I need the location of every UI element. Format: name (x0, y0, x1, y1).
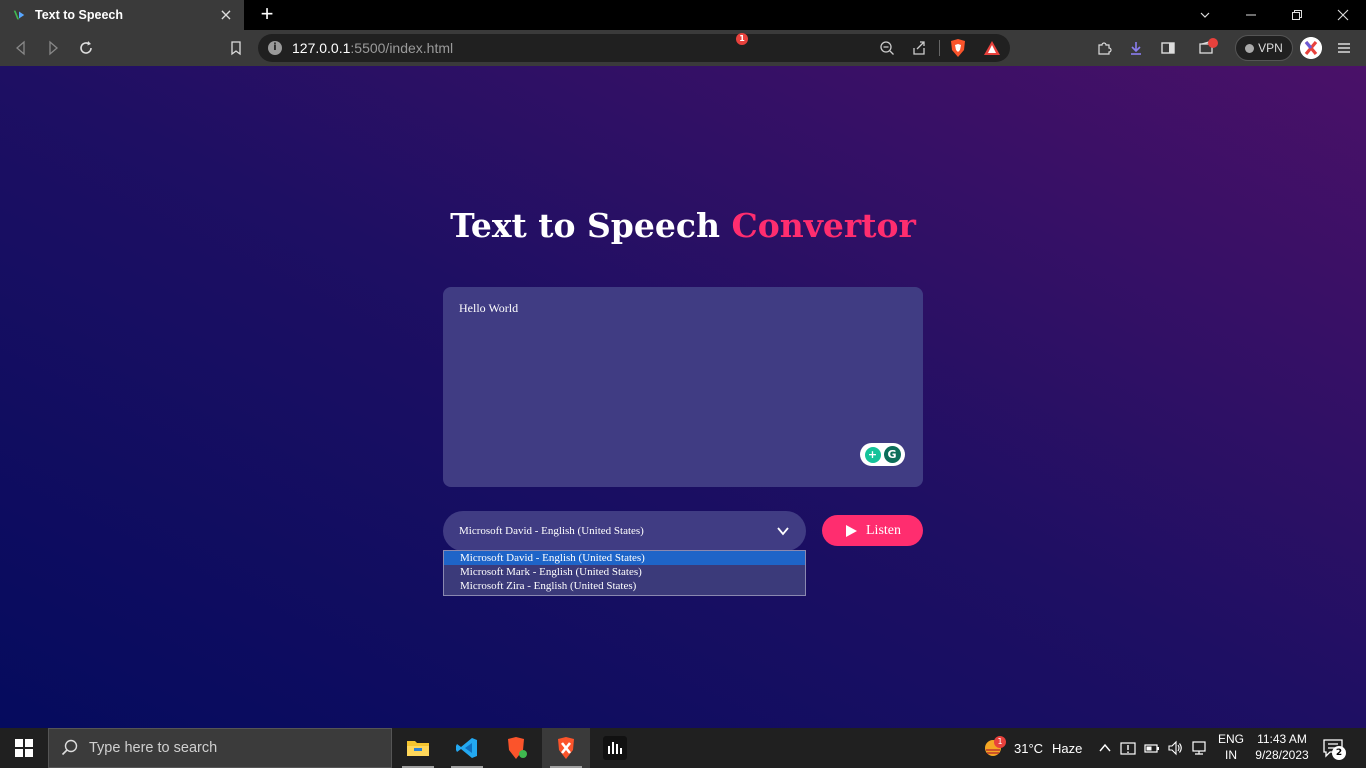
menu-button[interactable] (1335, 39, 1353, 57)
voice-dropdown-list: Microsoft David - English (United States… (443, 550, 806, 596)
page-title: Text to Speech Convertor (0, 206, 1366, 245)
brave-browser-icon (508, 737, 527, 759)
share-icon (913, 41, 925, 55)
tab-search-button[interactable] (1182, 0, 1228, 30)
vscode-icon (456, 738, 477, 758)
text-input-area[interactable]: Hello World (443, 287, 923, 487)
taskbar-brave[interactable] (492, 728, 540, 768)
restore-button[interactable] (1274, 0, 1320, 30)
close-window-button[interactable] (1320, 0, 1366, 30)
back-button[interactable] (12, 39, 30, 57)
new-tab-button[interactable]: + (256, 3, 278, 26)
voice-option-zira[interactable]: Microsoft Zira - English (United States) (444, 579, 805, 593)
back-arrow-icon (16, 40, 25, 56)
hamburger-menu-icon (1338, 43, 1350, 53)
voice-option-david[interactable]: Microsoft David - English (United States… (444, 551, 805, 565)
voice-option-mark[interactable]: Microsoft Mark - English (United States) (444, 565, 805, 579)
browser-toolbar: i 127.0.0.1:5500/index.html 1 VPN (0, 30, 1366, 66)
taskbar-brave-active[interactable] (542, 728, 590, 768)
sidebar-icon (1161, 42, 1175, 54)
weather-temperature[interactable]: 31°C (1014, 741, 1043, 756)
tab-text-to-speech[interactable]: Text to Speech × (0, 0, 244, 30)
clock-time: 11:43 AM (1257, 732, 1307, 746)
taskbar-file-explorer[interactable] (394, 728, 442, 768)
listen-button[interactable]: Listen (822, 515, 923, 546)
taskbar-vscode[interactable] (443, 728, 491, 768)
url-separator (939, 40, 940, 56)
zoom-out-icon (880, 41, 894, 55)
battery-icon[interactable] (1144, 740, 1160, 756)
tab-title: Text to Speech (35, 8, 123, 22)
url-host: 127.0.0.1 (292, 40, 351, 56)
brave-shields-icon[interactable] (948, 38, 968, 58)
audio-bars-icon (603, 736, 627, 760)
zoom-button[interactable] (878, 39, 896, 57)
restore-icon (1292, 10, 1302, 20)
rewards-badge: 1 (736, 33, 748, 45)
grammarly-logo-icon[interactable]: G (883, 446, 901, 463)
vpn-button[interactable]: VPN (1235, 35, 1293, 61)
forward-button[interactable] (44, 39, 62, 57)
share-button[interactable] (910, 39, 928, 57)
weather-badge: 1 (994, 736, 1006, 748)
wallet-badge (1208, 38, 1218, 48)
voice-select-value: Microsoft David - English (United States… (459, 525, 644, 537)
start-button[interactable] (0, 728, 48, 768)
volume-icon[interactable] (1167, 740, 1183, 756)
windows-taskbar: Type here to search 1 31°C Haze ENG IN 1… (0, 728, 1366, 768)
voice-select[interactable]: Microsoft David - English (United States… (443, 511, 806, 551)
grammarly-widget[interactable]: + G (860, 443, 905, 466)
close-icon (1337, 9, 1349, 21)
weather-condition[interactable]: Haze (1052, 741, 1082, 756)
bookmark-button[interactable] (227, 39, 245, 57)
search-placeholder: Type here to search (89, 740, 218, 756)
grammarly-add-icon[interactable]: + (864, 446, 881, 463)
bookmark-icon (231, 41, 241, 56)
tab-strip: Text to Speech × + (0, 0, 1366, 30)
windows-logo-icon (15, 739, 33, 757)
url-text[interactable]: 127.0.0.1:5500/index.html (292, 40, 453, 56)
chevron-up-icon[interactable] (1097, 740, 1113, 756)
chevron-down-icon (777, 527, 789, 536)
brave-rewards-icon[interactable] (982, 38, 1002, 58)
reload-icon (80, 41, 92, 54)
address-bar[interactable]: i 127.0.0.1:5500/index.html (258, 34, 1010, 62)
page-title-accent: Convertor (731, 206, 916, 245)
folder-icon (407, 741, 429, 756)
page-viewport: Text to Speech Convertor Hello World + G… (0, 66, 1366, 728)
system-clock[interactable]: 11:43 AM 9/28/2023 (1252, 731, 1312, 763)
site-info-icon[interactable]: i (268, 41, 282, 55)
taskbar-audio-app[interactable] (591, 728, 639, 768)
sidebar-button[interactable] (1159, 39, 1177, 57)
puzzle-icon (1098, 42, 1112, 55)
vscode-live-server-icon (13, 10, 25, 20)
listen-label: Listen (866, 522, 901, 538)
profile-avatar-icon[interactable] (1300, 37, 1322, 59)
forward-arrow-icon (49, 40, 58, 56)
search-icon (61, 739, 78, 756)
network-icon[interactable] (1191, 740, 1207, 756)
minimize-icon (1246, 14, 1256, 16)
language-code: ENG (1217, 732, 1244, 746)
region-code: IN (1225, 748, 1237, 762)
clock-date: 9/28/2023 (1255, 748, 1309, 762)
reload-button[interactable] (77, 39, 95, 57)
window-controls (1182, 0, 1366, 30)
extensions-button[interactable] (1095, 39, 1113, 57)
chevron-down-icon (1200, 12, 1210, 18)
security-alert-icon[interactable] (1120, 740, 1136, 756)
minimize-button[interactable] (1228, 0, 1274, 30)
brave-profile-icon (558, 737, 574, 759)
downloads-button[interactable] (1127, 39, 1145, 57)
vpn-label: VPN (1258, 41, 1283, 55)
language-indicator[interactable]: ENG IN (1212, 731, 1250, 763)
page-title-main: Text to Speech (450, 206, 720, 245)
taskbar-search-box[interactable]: Type here to search (48, 728, 392, 768)
download-icon (1131, 42, 1141, 55)
vpn-status-icon (1245, 43, 1255, 53)
notification-badge: 2 (1332, 746, 1346, 760)
play-icon (846, 524, 857, 537)
tab-close-icon[interactable]: × (218, 7, 234, 23)
url-path: :5500/index.html (350, 40, 454, 56)
